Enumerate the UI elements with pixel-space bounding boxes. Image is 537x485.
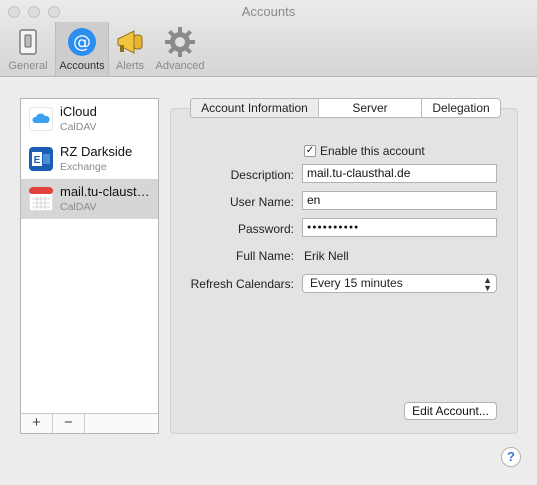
fullname-label: Full Name: [235, 249, 294, 263]
account-name: mail.tu-clausthal.de [60, 184, 156, 199]
account-item-mail-tu-clausthal[interactable]: mail.tu-clausthal.de CalDAV [21, 179, 158, 219]
calendar-icon [29, 187, 53, 211]
tab-delegation[interactable]: Delegation [422, 99, 500, 117]
toolbar-label-accounts: Accounts [59, 60, 105, 72]
chevron-updown-icon: ▲ ▼ [483, 275, 492, 293]
toolbar-advanced[interactable]: Advanced [152, 22, 208, 76]
account-type: Exchange [60, 161, 107, 173]
username-field[interactable]: en [302, 191, 497, 210]
tab-account-information[interactable]: Account Information [191, 99, 319, 117]
accounts-list: iCloud CalDAV E RZ Darkside Exchange mai… [20, 98, 159, 434]
password-label: Password: [237, 222, 294, 236]
svg-text:@: @ [73, 32, 91, 53]
tab-server-settings[interactable]: Server Settings [319, 99, 422, 117]
help-button[interactable]: ? [501, 447, 521, 467]
cloud-icon [29, 107, 53, 131]
svg-text:E: E [34, 155, 41, 166]
remove-account-button[interactable]: − [53, 414, 85, 433]
add-account-button[interactable]: + [21, 414, 53, 433]
window-titlebar: Accounts General @ Accounts Alerts Advan… [0, 0, 537, 77]
enable-account-checkbox[interactable]: ✓ [304, 145, 316, 157]
password-field[interactable]: ●●●●●●●●●● [302, 218, 497, 237]
window-title: Accounts [241, 4, 296, 19]
accounts-list-footer: + − [21, 413, 158, 433]
fullname-value: Erik Nell [304, 249, 349, 263]
account-tabs: Account Information Server Settings Dele… [190, 98, 501, 118]
refresh-calendars-label: Refresh Calendars: [190, 277, 294, 291]
toolbar-label-general: General [8, 60, 48, 72]
toolbar-label-advanced: Advanced [155, 60, 205, 72]
toolbar-alerts[interactable]: Alerts [110, 22, 150, 76]
account-name: iCloud [60, 104, 97, 119]
account-type: CalDAV [60, 201, 97, 213]
megaphone-icon [117, 30, 143, 54]
account-item-rz-darkside[interactable]: E RZ Darkside Exchange [21, 139, 158, 179]
refresh-calendars-select[interactable]: Every 15 minutes ▲ ▼ [302, 274, 497, 293]
account-type: CalDAV [60, 121, 97, 133]
toolbar-label-alerts: Alerts [115, 60, 145, 72]
edit-account-button[interactable]: Edit Account... [404, 402, 497, 420]
exchange-icon: E [29, 147, 53, 171]
at-sign-icon: @ [68, 28, 96, 56]
description-field[interactable]: mail.tu-clausthal.de [302, 164, 497, 183]
description-label: Description: [230, 168, 294, 182]
refresh-calendars-value: Every 15 minutes [310, 276, 403, 290]
account-item-icloud[interactable]: iCloud CalDAV [21, 99, 158, 139]
gear-icon [165, 27, 195, 57]
enable-account-label: Enable this account [320, 144, 425, 158]
switch-icon [19, 29, 37, 55]
toolbar-general[interactable]: General [4, 22, 52, 76]
username-label: User Name: [229, 195, 294, 209]
account-name: RZ Darkside [60, 144, 133, 159]
toolbar-accounts[interactable]: @ Accounts [55, 22, 109, 76]
